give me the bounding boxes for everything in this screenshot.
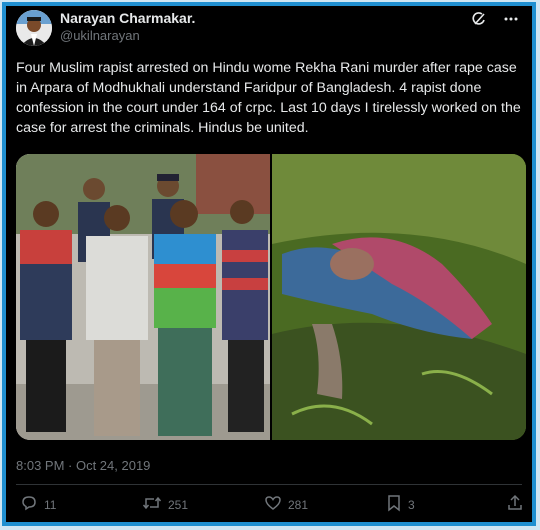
tweet-timestamp[interactable]: 8:03 PM · Oct 24, 2019 [16, 458, 150, 473]
grok-icon[interactable] [470, 10, 488, 28]
photo-arrested-men[interactable] [16, 154, 270, 440]
like-count: 281 [288, 497, 309, 512]
reply-count: 11 [44, 497, 57, 512]
share-icon [506, 494, 524, 515]
bookmark-count: 3 [408, 497, 415, 512]
author-name[interactable]: Narayan Charmakar. [60, 10, 195, 26]
photo-crime-scene[interactable] [272, 154, 526, 440]
bookmark-icon [386, 494, 402, 515]
more-icon[interactable] [502, 10, 520, 28]
screenshot-frame: Narayan Charmakar. @ukilnarayan Four Mus… [2, 2, 536, 526]
tweet-media[interactable] [16, 154, 526, 440]
retweet-button[interactable]: 251 [142, 494, 188, 515]
divider [16, 484, 522, 485]
author-handle[interactable]: @ukilnarayan [60, 28, 140, 43]
bookmark-button[interactable]: 3 [386, 494, 415, 515]
share-button[interactable] [506, 494, 524, 515]
header-actions [470, 10, 520, 28]
retweet-icon [142, 494, 162, 515]
tweet-text: Four Muslim rapist arrested on Hindu wom… [16, 60, 521, 136]
reply-button[interactable]: 11 [20, 494, 56, 515]
like-button[interactable]: 281 [264, 494, 308, 515]
retweet-count: 251 [168, 497, 189, 512]
avatar[interactable] [16, 10, 52, 46]
tweet-actions: 11 251 281 3 [16, 494, 522, 516]
like-icon [264, 494, 282, 515]
reply-icon [20, 494, 38, 515]
tweet-card: Narayan Charmakar. @ukilnarayan Four Mus… [6, 6, 532, 522]
